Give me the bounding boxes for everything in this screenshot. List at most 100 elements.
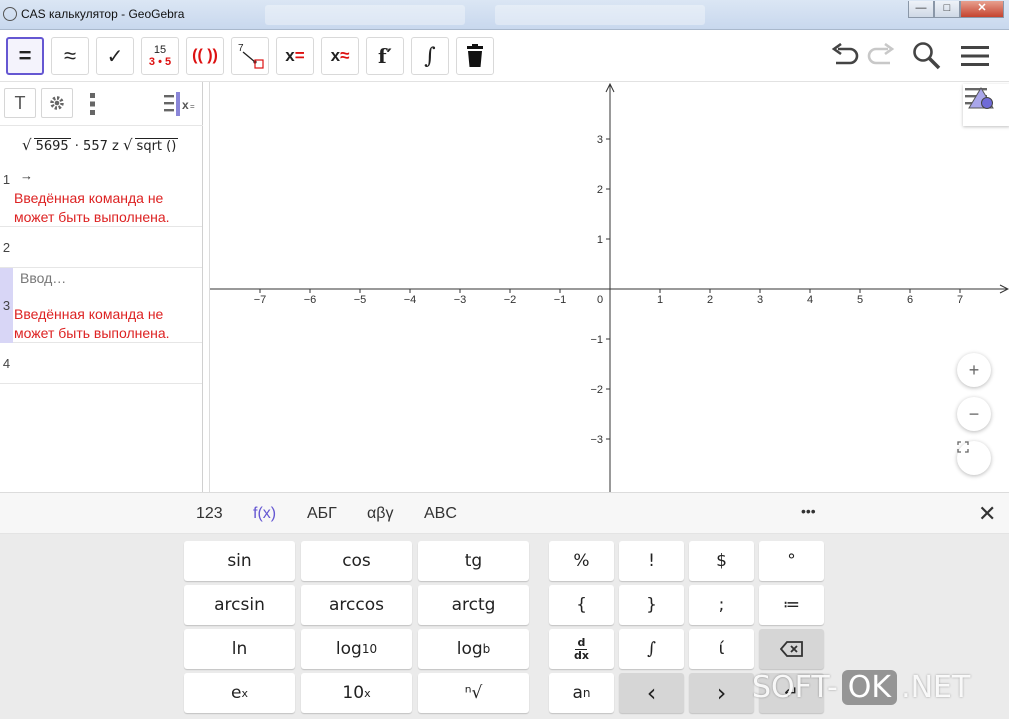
- window-title: CAS калькулятор - GeoGebra: [21, 7, 185, 21]
- cas-row-1[interactable]: 1 √ 5695 · 557 z √ sqrt () → Введённая ком…: [0, 126, 202, 227]
- key-ten-power[interactable]: 10 x: [301, 673, 412, 713]
- key-subscript[interactable]: an: [549, 673, 614, 713]
- toggle-algebra-panel-button[interactable]: x =: [163, 91, 197, 117]
- background-tab-ghost: [495, 5, 705, 25]
- title-bar: CAS калькулятор - GeoGebra — □ ✕: [0, 0, 1009, 30]
- radicand: 5695: [33, 138, 71, 154]
- key-percent[interactable]: %: [549, 541, 614, 581]
- error-message-line: может быть выполнена.: [14, 325, 170, 341]
- undo-button[interactable]: [828, 40, 862, 72]
- zoom-in-button[interactable]: +: [957, 353, 991, 387]
- fullscreen-button[interactable]: [957, 441, 991, 475]
- close-window-button[interactable]: ✕: [960, 1, 1004, 18]
- y-tick-label: 3: [597, 134, 603, 146]
- zoom-out-icon: −: [968, 403, 980, 424]
- key-ln[interactable]: ln: [184, 629, 295, 669]
- key-cursor-right[interactable]: ›: [689, 673, 754, 713]
- logb-base: log: [456, 639, 483, 659]
- more-vertical-button[interactable]: [86, 92, 98, 116]
- key-arctg[interactable]: arctg: [418, 585, 529, 625]
- x-tick-label: −2: [504, 294, 517, 306]
- cas-input-expression[interactable]: √ 5695 · 557 z √ sqrt (): [22, 136, 179, 154]
- x-tick-label: −4: [404, 294, 417, 306]
- key-factorial[interactable]: !: [619, 541, 684, 581]
- search-button[interactable]: [910, 40, 944, 72]
- key-integral[interactable]: ∫: [619, 629, 684, 669]
- integral-tool-button[interactable]: ∫: [411, 37, 449, 75]
- row-number: 1: [2, 172, 11, 187]
- keep-input-tool-button[interactable]: ✓: [96, 37, 134, 75]
- key-tg[interactable]: tg: [418, 541, 529, 581]
- backspace-icon: [779, 641, 803, 657]
- solve-tool-button[interactable]: x=: [276, 37, 314, 75]
- key-define[interactable]: ≔: [759, 585, 824, 625]
- subscript-base: a: [572, 683, 583, 703]
- algebra-panel-icon: x =: [164, 92, 195, 116]
- y-tick-label: 2: [597, 184, 603, 196]
- tab-123[interactable]: 123: [196, 505, 223, 523]
- coordinate-axes: −7 −6 −5 −4 −3 −2 −1 0 1 2 3 4 5 6 7 3 2 1 −1 −2 −3: [210, 82, 1009, 492]
- more-options-icon[interactable]: •••: [801, 503, 816, 519]
- exp-superscript: x: [241, 686, 248, 700]
- key-nth-root[interactable]: ⁿ√: [418, 673, 529, 713]
- tab-cyrillic-upper[interactable]: АБГ: [307, 505, 337, 523]
- row-number: 4: [2, 356, 11, 371]
- graphics-view[interactable]: −7 −6 −5 −4 −3 −2 −1 0 1 2 3 4 5 6 7 3 2 1 −1 −2 −3 + −: [209, 82, 1009, 492]
- subscript-index: n: [582, 686, 591, 700]
- cas-input-field[interactable]: Ввод…: [20, 270, 66, 286]
- key-semicolon[interactable]: ;: [689, 585, 754, 625]
- output-arrow: →: [20, 168, 33, 183]
- minimize-button[interactable]: —: [908, 1, 934, 18]
- row-number: 3: [2, 298, 11, 313]
- tab-greek[interactable]: αβγ: [367, 505, 393, 523]
- substitute-tool-button[interactable]: 7: [231, 37, 269, 75]
- key-cos[interactable]: cos: [301, 541, 412, 581]
- key-exp[interactable]: ex: [184, 673, 295, 713]
- evaluate-tool-button[interactable]: =: [6, 37, 44, 75]
- redo-icon: [867, 43, 895, 65]
- expand-tool-button[interactable]: (( )): [186, 37, 224, 75]
- error-message-line: Введённая команда не: [14, 306, 164, 322]
- x-tick-label: −1: [554, 294, 567, 306]
- key-imaginary-unit[interactable]: ί: [689, 629, 754, 669]
- numeric-tool-button[interactable]: ≈: [51, 37, 89, 75]
- key-cursor-left[interactable]: ‹: [619, 673, 684, 713]
- key-backspace[interactable]: [759, 629, 824, 669]
- delete-tool-button[interactable]: [456, 37, 494, 75]
- derivative-tool-button[interactable]: f′: [366, 37, 404, 75]
- integral-label: ∫: [424, 43, 436, 69]
- factor-tool-button[interactable]: 15 3 • 5: [141, 37, 179, 75]
- zoom-out-button[interactable]: −: [957, 397, 991, 431]
- key-degree[interactable]: °: [759, 541, 824, 581]
- redo-button[interactable]: [864, 40, 898, 72]
- graphics-style-bar-button[interactable]: [963, 84, 1009, 126]
- cas-row-2[interactable]: 2: [0, 227, 202, 268]
- key-right-brace[interactable]: }: [619, 585, 684, 625]
- cas-view: T x = 1 √ 5695 · 557 z √ sqrt () → Введё…: [0, 82, 203, 492]
- tab-latin[interactable]: ABC: [424, 505, 457, 523]
- key-left-brace[interactable]: {: [549, 585, 614, 625]
- text-style-button[interactable]: T: [4, 88, 36, 118]
- tab-functions[interactable]: f(x): [253, 505, 276, 523]
- logb-subscript: b: [482, 642, 491, 656]
- ddx-fraction: d dx: [574, 637, 589, 661]
- hamburger-menu-icon: [961, 46, 989, 66]
- cas-row-4[interactable]: 4: [0, 343, 202, 384]
- settings-button[interactable]: [41, 88, 73, 118]
- x-tick-label: 3: [757, 294, 763, 306]
- cas-row-3[interactable]: 3 Ввод… Введённая команда не может быть …: [0, 268, 202, 343]
- key-log10[interactable]: log 10: [301, 629, 412, 669]
- x-tick-label: −3: [454, 294, 467, 306]
- key-arccos[interactable]: arccos: [301, 585, 412, 625]
- maximize-button[interactable]: □: [934, 1, 960, 18]
- solve-label: x=: [285, 46, 305, 65]
- key-logb[interactable]: log b: [418, 629, 529, 669]
- main-menu-button[interactable]: [958, 40, 992, 72]
- key-derivative[interactable]: d dx: [549, 629, 614, 669]
- close-keyboard-icon[interactable]: ✕: [978, 501, 996, 527]
- key-sin[interactable]: sin: [184, 541, 295, 581]
- key-dollar[interactable]: $: [689, 541, 754, 581]
- solve-numerically-tool-button[interactable]: x≈: [321, 37, 359, 75]
- fullscreen-icon: [957, 441, 969, 453]
- key-arcsin[interactable]: arcsin: [184, 585, 295, 625]
